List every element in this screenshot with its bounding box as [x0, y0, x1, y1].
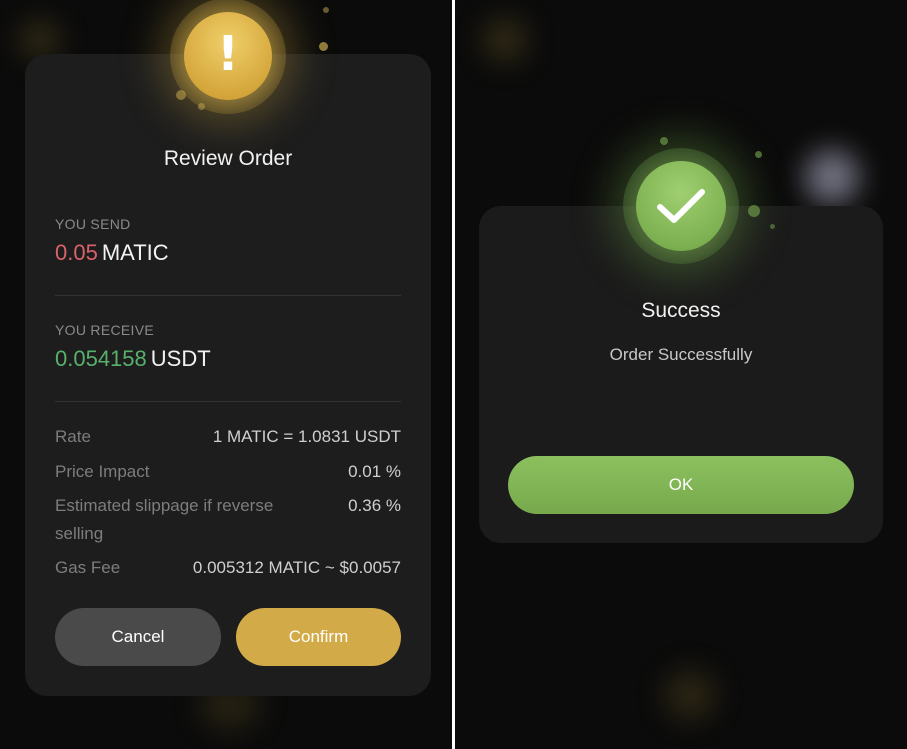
sparkle-dot [176, 90, 186, 100]
rate-label: Rate [55, 427, 91, 446]
confirm-button[interactable]: Confirm [236, 608, 401, 666]
receive-token-symbol: USDT [150, 346, 211, 371]
success-message: Order Successfully [609, 345, 753, 364]
you-receive-label: YOU RECEIVE [55, 322, 154, 338]
background-blur [665, 670, 715, 720]
dialog-title: Success [641, 299, 721, 322]
sparkle-dot [748, 205, 760, 217]
receive-amount: 0.054158 USDT [55, 346, 211, 372]
sparkle-dot [323, 7, 329, 13]
exclamation-icon: ! [184, 12, 272, 100]
price-impact-value: 0.01 % [348, 462, 401, 481]
background-blur [483, 18, 527, 62]
you-send-label: YOU SEND [55, 216, 131, 232]
background-blur [805, 150, 859, 204]
checkmark-icon [636, 161, 726, 251]
price-impact-label: Price Impact [55, 462, 150, 481]
divider [55, 295, 401, 296]
send-token-symbol: MATIC [101, 240, 169, 265]
sparkle-dot [660, 137, 668, 145]
gas-fee-value: 0.005312 MATIC ~ $0.0057 [192, 558, 401, 577]
ok-button[interactable]: OK [508, 456, 854, 514]
gas-fee-label: Gas Fee [55, 558, 121, 577]
sparkle-dot [319, 42, 328, 51]
warning-badge: ! [170, 0, 286, 114]
sparkle-dot [770, 224, 775, 229]
success-screen: Success Order Successfully OK [455, 0, 907, 749]
send-amount-value: 0.05 [55, 240, 98, 265]
sparkle-dot [198, 103, 205, 110]
slippage-value: 0.36 % [348, 496, 401, 515]
sparkle-dot [755, 151, 762, 158]
receive-amount-value: 0.054158 [55, 346, 147, 371]
slippage-label: Estimated slippage if reverse selling [55, 496, 274, 543]
exclamation-glyph: ! [217, 26, 239, 82]
review-order-dialog: Review Order YOU SEND 0.05 MATIC YOU RECE… [25, 54, 431, 696]
dialog-title: Review Order [163, 147, 293, 170]
divider [55, 401, 401, 402]
review-order-screen: Review Order YOU SEND 0.05 MATIC YOU RECE… [0, 0, 452, 749]
send-amount: 0.05 MATIC [55, 240, 169, 266]
success-badge [623, 148, 739, 264]
cancel-button[interactable]: Cancel [55, 608, 221, 666]
rate-value: 1 MATIC = 1.0831 USDT [212, 427, 401, 446]
